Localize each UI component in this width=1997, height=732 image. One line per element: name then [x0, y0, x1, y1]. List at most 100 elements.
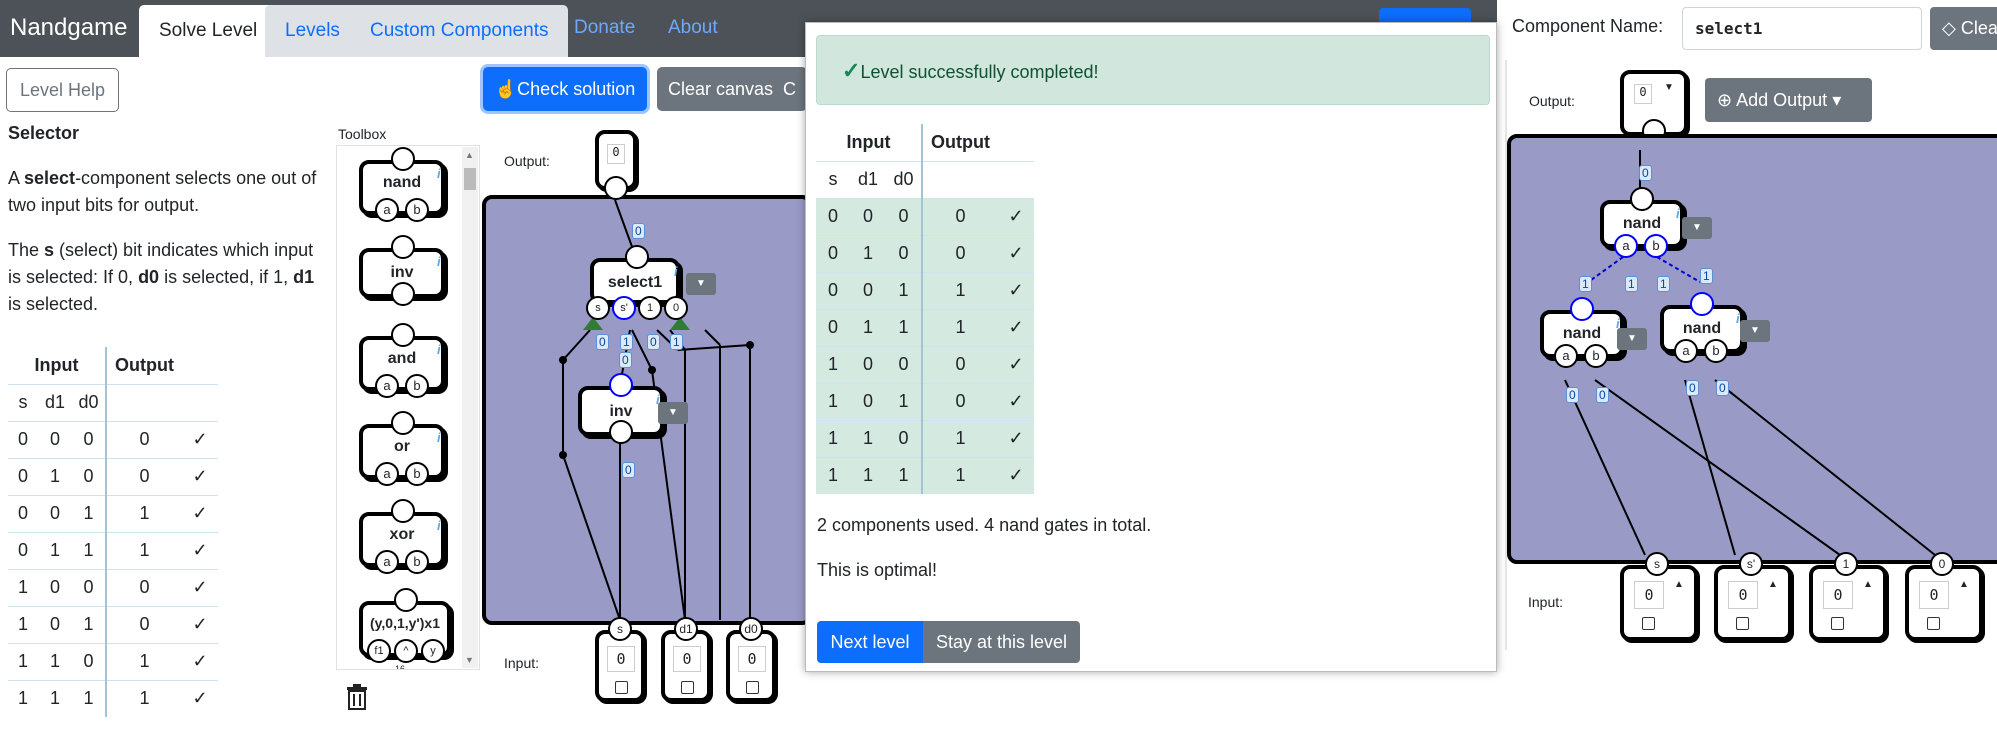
- input-pin-b[interactable]: b: [1644, 234, 1668, 258]
- gate-dropdown-button[interactable]: ▼: [1740, 320, 1770, 342]
- output-pin[interactable]: [391, 235, 415, 259]
- info-icon[interactable]: i: [437, 254, 441, 269]
- toolbox-item-custom[interactable]: (y,0,1,y')x1 f1 ^ y: [359, 588, 451, 663]
- caret-up-icon[interactable]: ▲: [1863, 579, 1873, 590]
- output-pin[interactable]: [391, 499, 415, 523]
- toolbox-item-inv[interactable]: inv i: [359, 235, 445, 306]
- input-value-field[interactable]: 0: [607, 646, 635, 672]
- tab-solve-level[interactable]: Solve Level: [139, 5, 278, 57]
- toolbox-item-xor[interactable]: xor a b i: [359, 499, 445, 574]
- input-pin-s-prime[interactable]: s': [612, 296, 636, 320]
- caret-down-icon[interactable]: ▼: [1664, 82, 1674, 93]
- output-pin[interactable]: [1630, 187, 1654, 211]
- input-pin-a[interactable]: a: [1674, 339, 1698, 363]
- scroll-up-arrow-icon[interactable]: ▲: [465, 150, 474, 160]
- info-icon[interactable]: i: [437, 518, 441, 533]
- input-pin-a[interactable]: a: [1554, 344, 1578, 368]
- input-pin-a[interactable]: a: [375, 550, 399, 574]
- input-value-field[interactable]: 0: [1823, 581, 1853, 609]
- nav-link-about[interactable]: About: [668, 17, 718, 39]
- stay-at-level-button[interactable]: Stay at this level: [923, 621, 1080, 663]
- info-icon[interactable]: i: [437, 430, 441, 445]
- input-pin-a[interactable]: a: [1614, 234, 1638, 258]
- output-pin[interactable]: [391, 323, 415, 347]
- output-pin[interactable]: [1570, 297, 1594, 321]
- info-icon[interactable]: i: [437, 342, 441, 357]
- input-node-label[interactable]: 1: [1834, 552, 1858, 576]
- brand-logo[interactable]: Nandgame: [10, 14, 127, 42]
- input-pin-b[interactable]: b: [405, 550, 429, 574]
- gate-dropdown-button[interactable]: ▼: [1617, 328, 1647, 350]
- tab-custom-components[interactable]: Custom Components: [350, 5, 569, 57]
- tab-levels[interactable]: Levels: [265, 5, 360, 57]
- info-icon[interactable]: i: [674, 264, 678, 279]
- input-pin-b[interactable]: b: [1704, 339, 1728, 363]
- output-pin[interactable]: [604, 176, 628, 200]
- input-pin-a[interactable]: a: [375, 198, 399, 222]
- input-node-label[interactable]: d0: [739, 617, 763, 641]
- input-value-field[interactable]: 0: [1728, 581, 1758, 609]
- custom-gate-top-nand[interactable]: nand a b i: [1600, 187, 1684, 258]
- output-pin[interactable]: [391, 411, 415, 435]
- input-pin-b[interactable]: b: [405, 462, 429, 486]
- input-value-field[interactable]: 0: [673, 646, 701, 672]
- input-node-label[interactable]: 0: [1930, 552, 1954, 576]
- input-pin-y[interactable]: y: [421, 639, 445, 663]
- input-pin-f1[interactable]: f1: [367, 639, 391, 663]
- input-node-label[interactable]: s: [1645, 552, 1669, 576]
- toolbox-scroll-thumb[interactable]: [464, 168, 476, 190]
- input-checkbox[interactable]: [1736, 617, 1749, 630]
- scroll-down-arrow-icon[interactable]: ▼: [465, 655, 474, 665]
- caret-up-icon[interactable]: ▲: [1768, 579, 1778, 590]
- input-checkbox[interactable]: [1642, 617, 1655, 630]
- output-pin[interactable]: [394, 588, 418, 612]
- toolbox-item-and[interactable]: and a b i: [359, 323, 445, 398]
- input-node-label[interactable]: s: [608, 617, 632, 641]
- custom-gate-left-nand[interactable]: nand a b i: [1540, 297, 1624, 368]
- input-pin-s[interactable]: s: [586, 296, 610, 320]
- input-checkbox[interactable]: [681, 681, 694, 694]
- caret-up-icon[interactable]: ▲: [1674, 579, 1684, 590]
- input-checkbox[interactable]: [1927, 617, 1940, 630]
- input-pin[interactable]: [391, 282, 415, 306]
- add-output-button[interactable]: ⊕ Add Output ▾: [1705, 78, 1872, 122]
- input-node-label[interactable]: d1: [674, 617, 698, 641]
- input-pin-1[interactable]: 1: [638, 296, 662, 320]
- toolbox-item-nand[interactable]: nand a b i: [359, 147, 445, 222]
- output-pin[interactable]: [1690, 292, 1714, 316]
- input-checkbox[interactable]: [1831, 617, 1844, 630]
- input-pin[interactable]: [609, 420, 633, 444]
- input-pin-caret[interactable]: ^: [394, 639, 418, 663]
- input-checkbox[interactable]: [615, 681, 628, 694]
- input-node-label[interactable]: s': [1739, 552, 1763, 576]
- caret-up-icon[interactable]: ▲: [1959, 579, 1969, 590]
- output-pin[interactable]: [625, 245, 649, 269]
- input-value-field[interactable]: 0: [738, 646, 766, 672]
- check-solution-button[interactable]: ☝Check solution: [483, 67, 647, 111]
- info-icon[interactable]: i: [1676, 206, 1680, 221]
- output-pin[interactable]: [609, 373, 633, 397]
- input-value-field[interactable]: 0: [1919, 581, 1949, 609]
- component-select1[interactable]: select1 s s' 1 0 i: [586, 245, 688, 320]
- custom-gate-right-nand[interactable]: nand a b i: [1660, 292, 1744, 363]
- component-inv[interactable]: inv i: [578, 373, 664, 444]
- input-pin-a[interactable]: a: [375, 462, 399, 486]
- component-dropdown-button[interactable]: ▼: [658, 402, 688, 424]
- toolbox-item-or[interactable]: or a b i: [359, 411, 445, 486]
- trash-icon[interactable]: [346, 684, 368, 717]
- input-pin-b[interactable]: b: [1584, 344, 1608, 368]
- clear-button[interactable]: ◇ Clea: [1930, 7, 1997, 50]
- input-value-field[interactable]: 0: [1634, 581, 1664, 609]
- gate-dropdown-button[interactable]: ▼: [1682, 217, 1712, 239]
- component-dropdown-button[interactable]: ▼: [686, 273, 716, 295]
- next-level-button[interactable]: Next level: [817, 621, 923, 663]
- input-pin-a[interactable]: a: [375, 374, 399, 398]
- input-checkbox[interactable]: [746, 681, 759, 694]
- toolbox-scrollbar[interactable]: [462, 147, 478, 668]
- input-pin-b[interactable]: b: [405, 374, 429, 398]
- nav-link-donate[interactable]: Donate: [574, 17, 635, 39]
- component-name-input[interactable]: select1: [1682, 7, 1922, 50]
- clear-canvas-button[interactable]: Clear canvas C: [657, 67, 807, 111]
- level-help-button[interactable]: Level Help: [6, 68, 119, 112]
- input-pin-0[interactable]: 0: [664, 296, 688, 320]
